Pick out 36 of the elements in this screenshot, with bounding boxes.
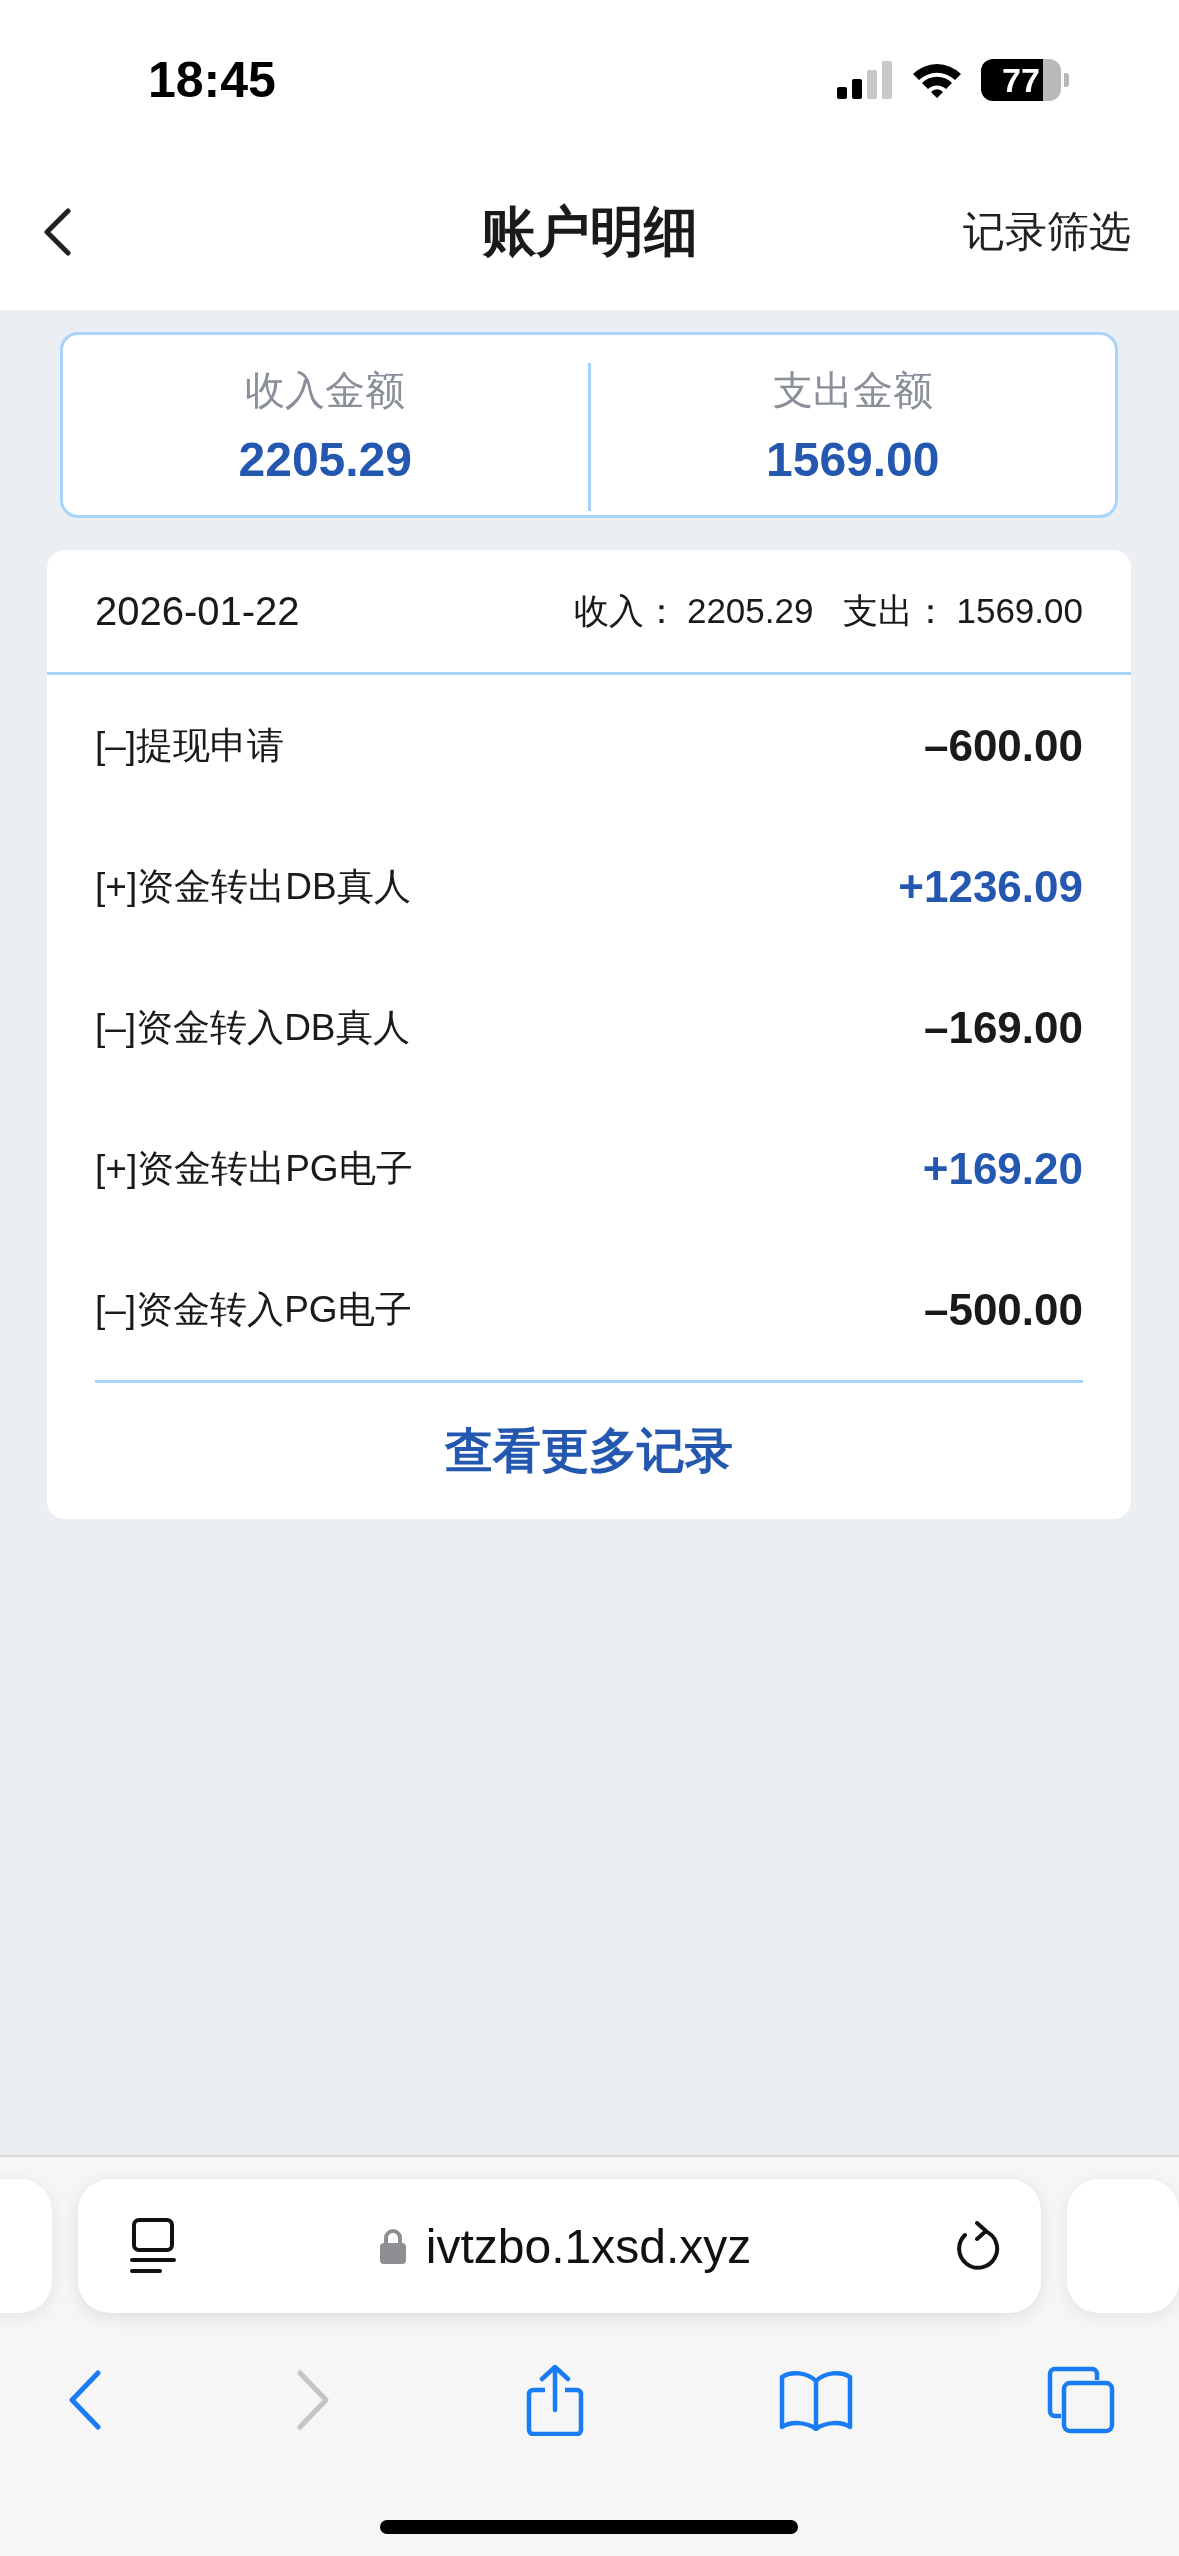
back-icon[interactable] (68, 2370, 102, 2430)
summary-amount: 2205.29 (238, 432, 412, 487)
reload-icon[interactable] (955, 2221, 1001, 2271)
address-bar[interactable]: ivtzbo.1xsd.xyz (77, 2179, 1042, 2313)
record-amount: –600.00 (923, 720, 1083, 771)
record-title: [+]资金转出PG电子 (95, 1146, 413, 1191)
record-amount: +169.20 (922, 1143, 1083, 1194)
back-button[interactable] (42, 208, 72, 256)
expense-total: 1569.00 (956, 591, 1083, 631)
summary-label: 收入金额 (245, 367, 406, 414)
more-records-link[interactable]: 查看更多记录 (445, 1419, 733, 1483)
wifi-icon (911, 61, 963, 99)
share-icon[interactable] (524, 2364, 585, 2436)
lock-icon (379, 2228, 406, 2264)
chevron-left-icon (42, 208, 72, 256)
filter-button[interactable]: 记录筛选 (963, 204, 1131, 260)
record-title: [–]提现申请 (95, 723, 285, 768)
tabs-icon[interactable] (1047, 2366, 1115, 2434)
record-amount: –500.00 (923, 1284, 1083, 1335)
record-title: [+]资金转出DB真人 (95, 864, 411, 909)
page-menu-icon (129, 2218, 176, 2274)
url-text: ivtzbo.1xsd.xyz (425, 2218, 752, 2274)
record-amount: –169.00 (923, 1002, 1083, 1053)
income-total: 2205.29 (686, 591, 814, 631)
book-icon[interactable] (778, 2369, 853, 2431)
status-time: 18:45 (148, 51, 276, 109)
expense-label: 支出： (843, 589, 949, 632)
record-title: [–]资金转入DB真人 (95, 1005, 410, 1050)
income-label: 收入： (573, 589, 679, 632)
summary-amount: 1569.00 (766, 432, 940, 487)
date-label: 2026-01-22 (95, 588, 300, 634)
signal-icon (837, 61, 893, 99)
record-amount: +1236.09 (898, 861, 1083, 912)
record-title: [–]资金转入PG电子 (95, 1287, 412, 1332)
summary-label: 支出金额 (772, 367, 933, 414)
page-title: 账户明细 (481, 199, 698, 263)
